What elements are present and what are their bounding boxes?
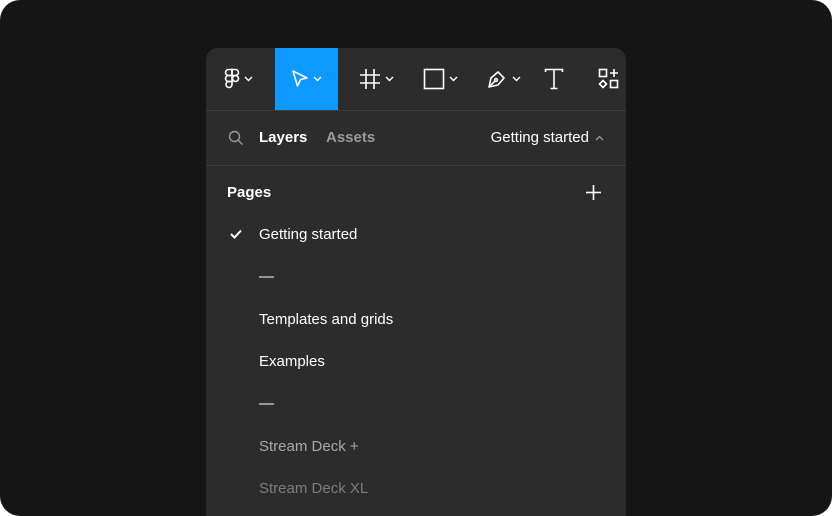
- pen-nib-icon: [487, 71, 505, 88]
- frame-hash-icon: [359, 69, 380, 89]
- resources-button[interactable]: [592, 48, 626, 110]
- move-tool-button[interactable]: [275, 48, 338, 110]
- page-item-label: Templates and grids: [259, 311, 394, 328]
- text-t-icon: [544, 68, 564, 90]
- page-item-divider[interactable]: —: [206, 256, 626, 298]
- page-item-label: Stream Deck +: [259, 438, 359, 455]
- tab-assets[interactable]: Assets: [326, 129, 375, 147]
- rectangle-icon: [423, 68, 444, 90]
- text-tool-button[interactable]: [538, 48, 570, 110]
- frame-tool-button[interactable]: [352, 48, 400, 110]
- main-menu-button[interactable]: [214, 48, 262, 110]
- page-item-examples[interactable]: Examples: [206, 341, 626, 383]
- page-item-label: Examples: [259, 353, 325, 370]
- app-background: Layers Assets Getting started Pages Gett…: [0, 0, 832, 516]
- shapes-plus-icon: [598, 68, 619, 89]
- current-page-label: Getting started: [490, 129, 589, 146]
- chevron-down-icon: [512, 76, 520, 82]
- page-item-label: Getting started: [259, 226, 358, 243]
- chevron-down-icon: [313, 76, 322, 82]
- pages-header: Pages: [227, 184, 272, 201]
- figma-panel: Layers Assets Getting started Pages Gett…: [206, 48, 626, 516]
- page-item-templates-and-grids[interactable]: Templates and grids: [206, 299, 626, 341]
- layers-assets-tabs: Layers Assets Getting started: [206, 111, 626, 166]
- chevron-down-icon: [385, 76, 393, 82]
- toolbar: [206, 48, 626, 111]
- pen-tool-button[interactable]: [479, 48, 527, 110]
- page-item-stream-deck-plus[interactable]: Stream Deck +: [206, 426, 626, 468]
- page-item-label: Stream Deck XL: [259, 480, 369, 497]
- chevron-down-icon: [244, 76, 252, 82]
- shape-tool-button[interactable]: [416, 48, 464, 110]
- page-item-label: —: [259, 268, 274, 285]
- search-icon[interactable]: [228, 130, 244, 146]
- tab-layers[interactable]: Layers: [259, 129, 307, 147]
- chevron-down-icon: [449, 76, 457, 82]
- page-item-stream-deck-xl[interactable]: Stream Deck XL: [206, 468, 626, 510]
- cursor-arrow-icon: [292, 70, 308, 87]
- figma-logo-icon: [224, 68, 239, 89]
- page-item-getting-started[interactable]: Getting started: [206, 214, 626, 256]
- checkmark-icon: [230, 229, 242, 239]
- page-item-divider[interactable]: —: [206, 383, 626, 425]
- chevron-up-icon: [595, 135, 604, 141]
- page-item-label: —: [259, 395, 274, 412]
- current-page-dropdown[interactable]: Getting started: [491, 129, 604, 147]
- add-page-icon[interactable]: [585, 184, 602, 201]
